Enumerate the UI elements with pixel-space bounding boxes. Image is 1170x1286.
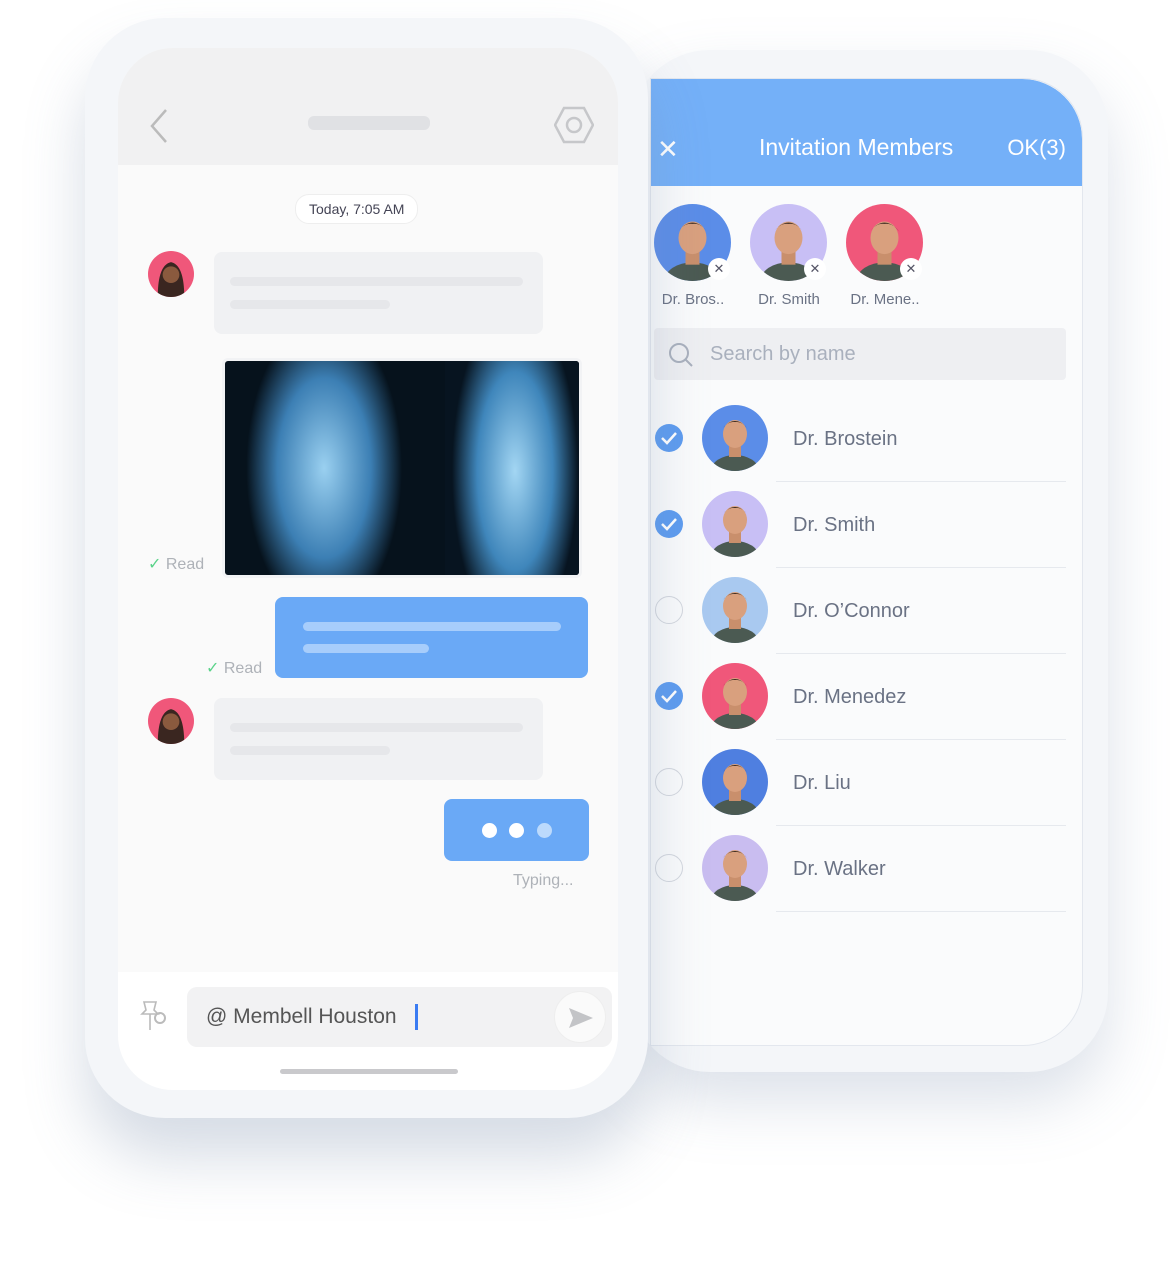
member-name: Dr. Liu (793, 772, 851, 794)
back-icon[interactable] (148, 108, 172, 144)
message-input-value: @ Membell Houston (206, 1005, 397, 1028)
invite-title: Invitation Members (759, 134, 954, 160)
close-icon[interactable]: ✕ (657, 134, 679, 165)
member-row[interactable]: Dr. Walker (651, 825, 1082, 912)
member-avatar (702, 835, 768, 901)
invite-header: ✕ Invitation Members OK(3) (651, 79, 1082, 186)
search-icon (669, 343, 693, 367)
typing-label: Typing... (513, 872, 574, 889)
member-avatar (702, 663, 768, 729)
member-name: Dr. Walker (793, 858, 886, 880)
chat-input-bar: @ Membell Houston (118, 972, 618, 1090)
invite-screen: ✕ Invitation Members OK(3) ✕ Dr. Bros.. ✕ D… (650, 78, 1083, 1046)
member-name: Dr. O’Connor (793, 600, 910, 622)
remove-member-icon[interactable]: ✕ (804, 258, 826, 280)
member-name: Dr. Menedez (793, 686, 907, 708)
sent-message-bubble (275, 597, 588, 678)
xray-image[interactable] (222, 358, 582, 578)
member-avatar (702, 577, 768, 643)
checkmark-icon (661, 518, 677, 531)
member-name: Dr. Smith (793, 514, 876, 536)
row-divider (776, 911, 1066, 912)
member-row[interactable]: Dr. Menedez (651, 653, 1082, 740)
search-placeholder: Search by name (710, 343, 856, 365)
checkmark-icon (661, 690, 677, 703)
message-input[interactable]: @ Membell Houston (187, 987, 612, 1047)
selected-member-name: Dr. Smith (758, 291, 820, 308)
home-indicator (280, 1069, 458, 1074)
pin-attachment-icon[interactable] (140, 1000, 170, 1032)
send-icon (569, 1008, 593, 1028)
avatar (148, 251, 194, 297)
checked-checkbox[interactable] (655, 510, 683, 538)
member-avatar (702, 405, 768, 471)
checkmark-icon (661, 432, 677, 445)
checked-checkbox[interactable] (655, 424, 683, 452)
member-avatar (702, 749, 768, 815)
unchecked-checkbox[interactable] (655, 596, 683, 624)
typing-indicator (444, 799, 589, 861)
checked-checkbox[interactable] (655, 682, 683, 710)
message-bubble (214, 698, 543, 780)
chat-screen: Today, 7:05 AM ✓ Read ✓ Read Typing... @… (118, 48, 618, 1090)
send-button[interactable] (554, 991, 606, 1043)
member-row[interactable]: Dr. Smith (651, 481, 1082, 568)
unchecked-checkbox[interactable] (655, 854, 683, 882)
selected-member-name: Dr. Bros.. (661, 291, 725, 308)
read-receipt: ✓ Read (148, 556, 205, 573)
member-row[interactable]: Dr. Liu (651, 739, 1082, 826)
remove-member-icon[interactable]: ✕ (900, 258, 922, 280)
settings-icon[interactable] (554, 106, 594, 144)
member-avatar (702, 491, 768, 557)
message-bubble (214, 252, 543, 334)
text-cursor (415, 1004, 418, 1030)
remove-member-icon[interactable]: ✕ (708, 258, 730, 280)
title-placeholder (308, 116, 430, 130)
search-input[interactable]: Search by name (654, 328, 1066, 380)
member-row[interactable]: Dr. O’Connor (651, 567, 1082, 654)
ok-button[interactable]: OK(3) (1007, 135, 1066, 161)
chat-header (118, 48, 618, 165)
selected-member-name: Dr. Mene.. (850, 291, 920, 308)
read-receipt: ✓ Read (206, 660, 263, 677)
timestamp-badge: Today, 7:05 AM (295, 194, 419, 224)
avatar (148, 698, 194, 744)
member-row[interactable]: Dr. Brostein (651, 395, 1082, 482)
unchecked-checkbox[interactable] (655, 768, 683, 796)
member-name: Dr. Brostein (793, 428, 898, 450)
